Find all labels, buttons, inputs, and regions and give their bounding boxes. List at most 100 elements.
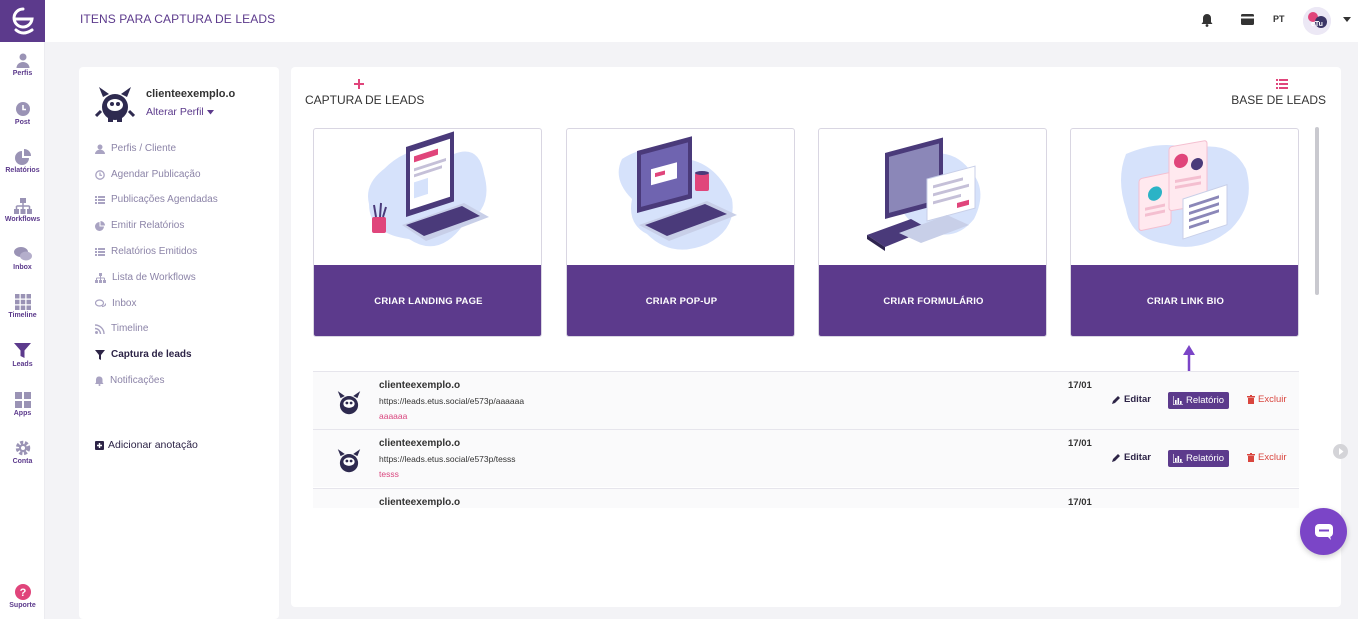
menu-item-lista-workflows[interactable]: Lista de Workflows bbox=[95, 272, 196, 283]
create-landing-page-button[interactable]: CRIAR LANDING PAGE bbox=[314, 265, 541, 336]
rail-item-workflows[interactable]: Workflows bbox=[0, 198, 45, 223]
rail-label: Timeline bbox=[8, 312, 37, 319]
grid-icon bbox=[14, 294, 31, 310]
landing-page-illustration bbox=[368, 131, 489, 247]
svg-text:?: ? bbox=[19, 587, 26, 599]
edit-button[interactable]: Editar bbox=[1112, 452, 1151, 463]
item-date: 17/01 bbox=[1068, 438, 1092, 449]
rail-item-post[interactable]: Post bbox=[0, 101, 45, 126]
avatar[interactable]: eTu bbox=[1303, 7, 1331, 35]
lead-capture-label: CAPTURA DE LEADS bbox=[305, 93, 425, 107]
pencil-icon bbox=[1112, 396, 1120, 404]
item-name: clienteexemplo.o bbox=[379, 380, 461, 391]
rail-label: Post bbox=[14, 119, 31, 126]
help-icon: ? bbox=[14, 584, 31, 600]
menu-item-emitir-relatorios[interactable]: Emitir Relatórios bbox=[95, 220, 184, 231]
tiles-scrollbar[interactable] bbox=[1315, 127, 1319, 295]
rail-item-leads[interactable]: Leads bbox=[0, 343, 45, 368]
pie-chart-icon bbox=[14, 149, 31, 165]
menu-item-perfis-cliente[interactable]: Perfis / Cliente bbox=[95, 143, 176, 154]
trash-icon bbox=[1247, 395, 1255, 404]
rail-label: Leads bbox=[12, 361, 33, 368]
tile-formulario[interactable]: CRIAR FORMULÁRIO bbox=[818, 128, 1047, 337]
menu-item-inbox[interactable]: Inbox bbox=[95, 298, 136, 309]
link-bio-illustration bbox=[1121, 140, 1249, 247]
main-content: CAPTURA DE LEADS BASE DE LEADS CRIAR LAN… bbox=[291, 67, 1341, 607]
pop-up-illustration bbox=[618, 136, 737, 250]
delete-button[interactable]: Excluir bbox=[1247, 394, 1287, 405]
report-button[interactable]: Relatório bbox=[1168, 392, 1230, 409]
menu-item-agendar-publicacao[interactable]: Agendar Publicação bbox=[95, 169, 201, 180]
menu-item-captura-leads[interactable]: Captura de leads bbox=[95, 349, 192, 360]
sitemap-icon bbox=[95, 272, 106, 283]
report-label: Relatório bbox=[1186, 395, 1225, 406]
menu-item-label: Publicações Agendadas bbox=[111, 194, 218, 205]
rail-label: Inbox bbox=[13, 264, 32, 271]
menu-item-label: Perfis / Cliente bbox=[111, 143, 177, 154]
language-selector[interactable]: PT bbox=[1273, 14, 1285, 24]
rail-item-suporte[interactable]: ? Suporte bbox=[0, 584, 45, 609]
rail-item-perfis[interactable]: Perfis bbox=[0, 52, 45, 77]
rail-label: Apps bbox=[13, 410, 32, 417]
create-pop-up-button[interactable]: CRIAR POP-UP bbox=[567, 265, 794, 336]
lead-capture-tab[interactable]: CAPTURA DE LEADS bbox=[305, 79, 425, 107]
item-url[interactable]: https://leads.etus.social/e573p/aaaaaa bbox=[379, 396, 524, 406]
item-name: clienteexemplo.o bbox=[379, 438, 461, 449]
profile-panel: clienteexemplo.o Alterar Perfil Perfis /… bbox=[79, 67, 279, 619]
rail-item-inbox[interactable]: Inbox bbox=[0, 246, 45, 271]
menu-item-timeline[interactable]: Timeline bbox=[95, 323, 148, 334]
tile-link-bio[interactable]: CRIAR LINK BIO bbox=[1070, 128, 1299, 337]
edit-button[interactable]: Editar bbox=[1112, 394, 1151, 405]
trash-icon bbox=[1247, 453, 1255, 462]
gear-icon bbox=[15, 440, 30, 456]
report-label: Relatório bbox=[1186, 453, 1225, 464]
rail-item-conta[interactable]: Conta bbox=[0, 440, 45, 465]
lead-base-tab[interactable]: BASE DE LEADS bbox=[1231, 79, 1326, 107]
chat-widget-button[interactable] bbox=[1300, 508, 1347, 555]
menu-item-notificacoes[interactable]: Notificações bbox=[95, 375, 164, 386]
chevron-down-icon[interactable] bbox=[1343, 17, 1351, 23]
chat-icon bbox=[1314, 523, 1333, 540]
bell-icon[interactable] bbox=[1201, 13, 1213, 27]
menu-item-label: Captura de leads bbox=[111, 349, 192, 360]
rail-label: Relatórios bbox=[5, 167, 40, 174]
item-url[interactable]: https://leads.etus.social/e573p/tesss bbox=[379, 454, 516, 464]
side-scroll-right-button[interactable] bbox=[1333, 444, 1348, 459]
user-icon bbox=[16, 53, 29, 68]
profile-avatar bbox=[95, 87, 135, 122]
app-logo[interactable] bbox=[0, 0, 45, 42]
lead-base-label: BASE DE LEADS bbox=[1231, 93, 1326, 107]
apps-icon bbox=[14, 392, 31, 408]
rail-item-timeline[interactable]: Timeline bbox=[0, 294, 45, 319]
tile-landing-page[interactable]: CRIAR LANDING PAGE bbox=[313, 128, 542, 337]
menu-item-publicacoes-agendadas[interactable]: Publicações Agendadas bbox=[95, 194, 218, 205]
credit-card-icon[interactable] bbox=[1241, 14, 1254, 25]
top-bar: ITENS PARA CAPTURA DE LEADS PT eTu bbox=[45, 0, 1358, 42]
report-button[interactable]: Relatório bbox=[1168, 450, 1230, 467]
plus-icon bbox=[354, 79, 364, 89]
tile-pop-up[interactable]: CRIAR POP-UP bbox=[566, 128, 795, 337]
profile-name: clienteexemplo.o bbox=[146, 88, 236, 100]
rail-item-apps[interactable]: Apps bbox=[0, 392, 45, 417]
rail-label: Workflows bbox=[4, 216, 41, 223]
pie-chart-icon bbox=[95, 220, 105, 231]
clock-icon bbox=[15, 102, 30, 116]
list-icon bbox=[95, 247, 105, 256]
create-form-button[interactable]: CRIAR FORMULÁRIO bbox=[819, 265, 1046, 336]
delete-label: Excluir bbox=[1258, 452, 1287, 463]
rss-icon bbox=[95, 323, 105, 334]
rail-item-relatorios[interactable]: Relatórios bbox=[0, 149, 45, 174]
filter-icon bbox=[95, 349, 105, 360]
add-note-button[interactable]: Adicionar anotação bbox=[95, 439, 198, 451]
menu-item-label: Agendar Publicação bbox=[111, 169, 201, 180]
menu-item-label: Relatórios Emitidos bbox=[111, 246, 198, 257]
list-item: clienteexemplo.o https://leads.etus.soci… bbox=[313, 371, 1299, 429]
delete-button[interactable]: Excluir bbox=[1247, 452, 1287, 463]
change-profile-dropdown[interactable]: Alterar Perfil bbox=[146, 106, 214, 118]
item-avatar bbox=[337, 449, 361, 473]
menu-item-relatorios-emitidos[interactable]: Relatórios Emitidos bbox=[95, 246, 197, 257]
plus-square-icon bbox=[95, 440, 104, 450]
list-icon bbox=[1276, 79, 1288, 89]
svg-text:eTu: eTu bbox=[1311, 21, 1323, 28]
create-link-bio-button[interactable]: CRIAR LINK BIO bbox=[1071, 265, 1298, 336]
